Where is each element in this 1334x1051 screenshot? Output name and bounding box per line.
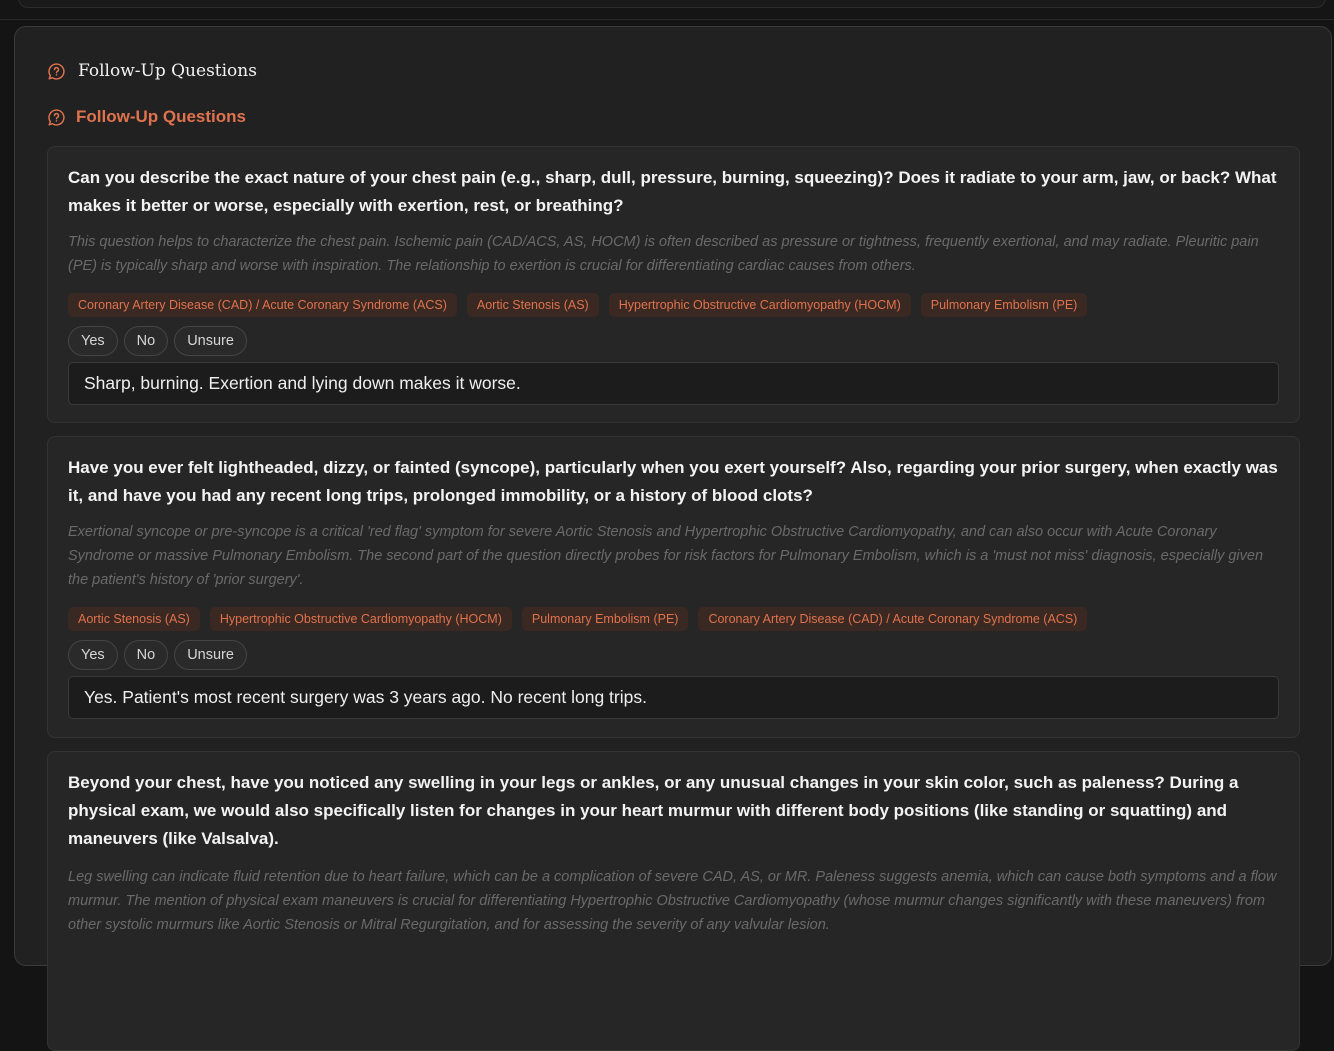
question-card: Have you ever felt lightheaded, dizzy, o… (47, 436, 1300, 738)
answer-options: Yes No Unsure (68, 326, 1279, 356)
follow-up-panel: Follow-Up Questions Follow-Up Questions … (14, 26, 1332, 1051)
diagnosis-tag: Coronary Artery Disease (CAD) / Acute Co… (68, 293, 457, 317)
unsure-button[interactable]: Unsure (174, 326, 247, 356)
diagnosis-tag: Hypertrophic Obstructive Cardiomyopathy … (209, 607, 512, 631)
question-text: Beyond your chest, have you noticed any … (68, 773, 1239, 848)
no-button[interactable]: No (123, 640, 169, 670)
question-text: Can you describe the exact nature of you… (68, 168, 1277, 215)
unsure-button[interactable]: Unsure (174, 640, 247, 670)
diagnosis-tag: Aortic Stenosis (AS) (68, 607, 200, 631)
question-rationale: Leg swelling can indicate fluid retentio… (68, 869, 1277, 933)
question-bubble-icon (48, 62, 65, 80)
section-header: Follow-Up Questions (47, 105, 246, 129)
question-card: Can you describe the exact nature of you… (47, 146, 1300, 423)
diagnosis-tag: Coronary Artery Disease (CAD) / Acute Co… (698, 607, 1088, 631)
diagnosis-tag: Pulmonary Embolism (PE) (920, 293, 1088, 317)
yes-button[interactable]: Yes (68, 326, 118, 356)
answer-options: Yes No Unsure (68, 640, 1279, 670)
question-card: Beyond your chest, have you noticed any … (47, 751, 1300, 1051)
panel-header: Follow-Up Questions (47, 57, 257, 85)
question-bubble-icon (48, 108, 65, 126)
answer-input[interactable]: Sharp, burning. Exertion and lying down … (68, 362, 1279, 405)
diagnosis-tags: Coronary Artery Disease (CAD) / Acute Co… (68, 293, 1279, 317)
diagnosis-tags: Aortic Stenosis (AS) Hypertrophic Obstru… (68, 607, 1279, 631)
section-title: Follow-Up Questions (76, 107, 246, 126)
no-button[interactable]: No (123, 326, 169, 356)
panel-title: Follow-Up Questions (78, 61, 257, 81)
answer-input[interactable]: Yes. Patient's most recent surgery was 3… (68, 676, 1279, 719)
question-rationale: Exertional syncope or pre-syncope is a c… (68, 524, 1264, 588)
question-rationale: This question helps to characterize the … (68, 234, 1259, 274)
question-text: Have you ever felt lightheaded, dizzy, o… (68, 458, 1278, 505)
yes-button[interactable]: Yes (68, 640, 118, 670)
diagnosis-tag: Hypertrophic Obstructive Cardiomyopathy … (608, 293, 911, 317)
diagnosis-tag: Pulmonary Embolism (PE) (521, 607, 689, 631)
top-bar (0, 0, 1334, 20)
previous-panel-edge (18, 0, 1326, 8)
diagnosis-tag: Aortic Stenosis (AS) (466, 293, 599, 317)
